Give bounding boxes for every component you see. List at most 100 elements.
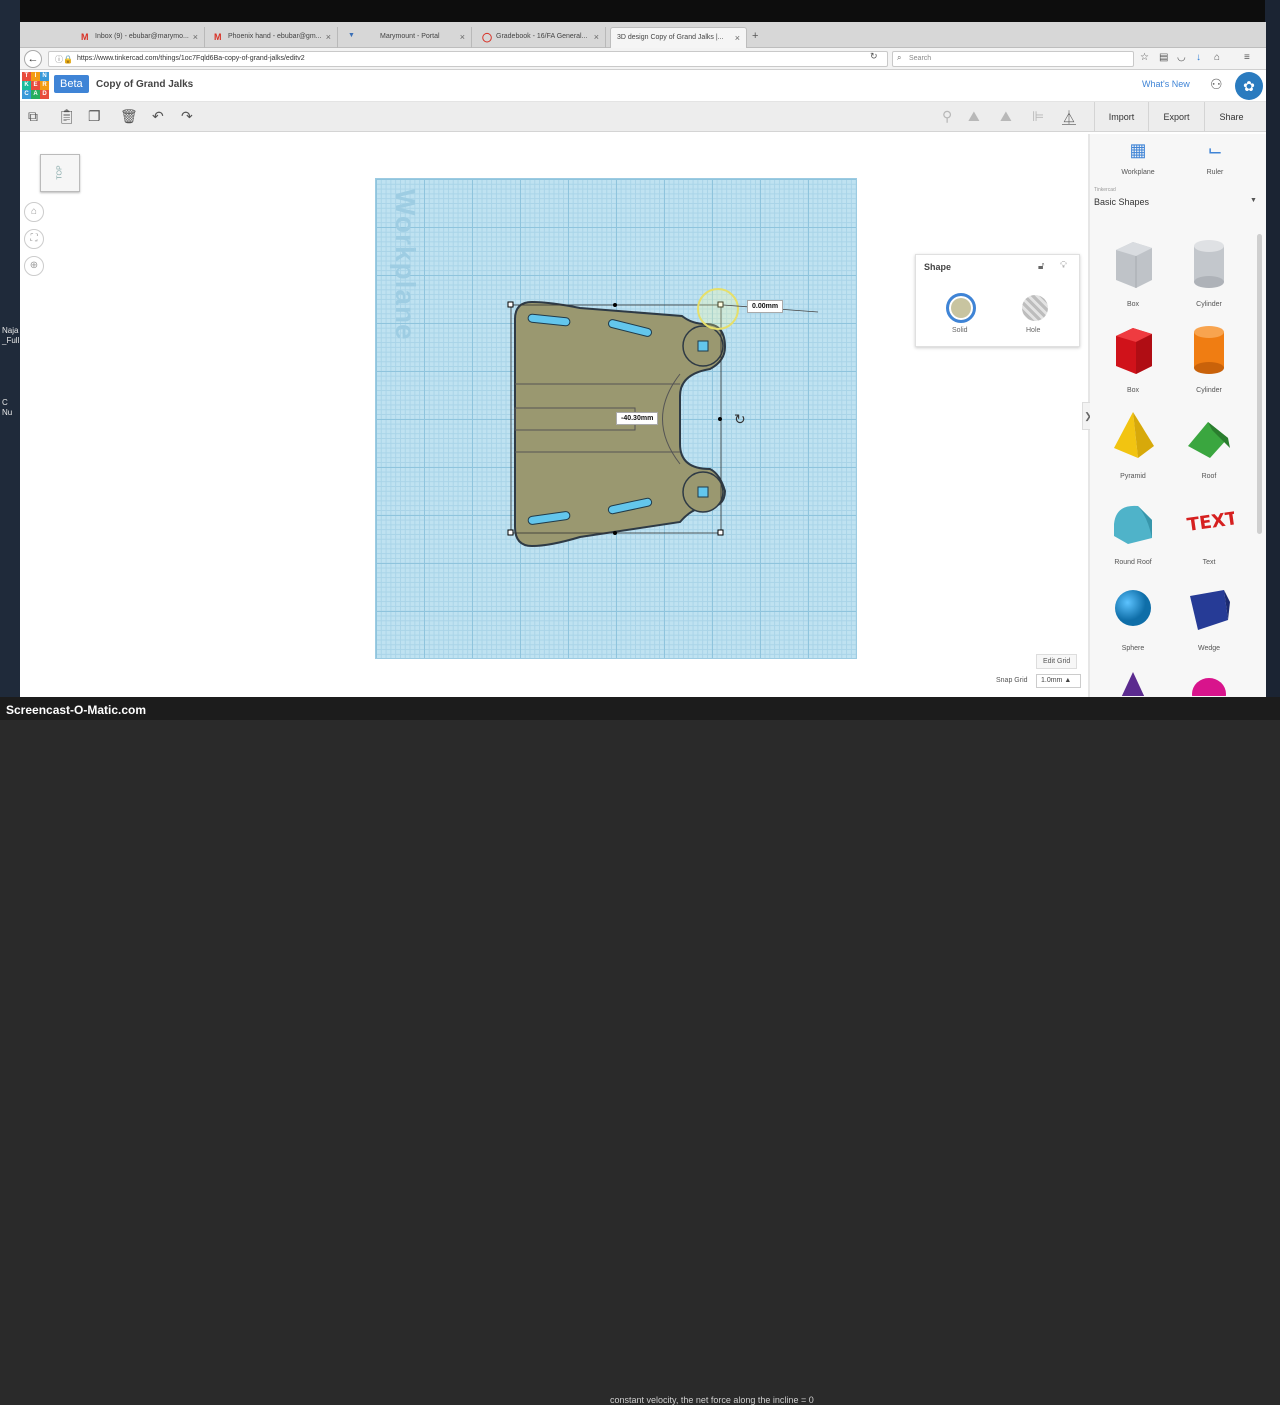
workplane-button[interactable]: ▦ Workplane <box>1094 134 1182 180</box>
copy-icon[interactable]: ⧉ <box>28 108 38 125</box>
visibility-bulb-icon[interactable]: 💡︎ <box>1060 260 1067 271</box>
selected-shape[interactable]: ↻ <box>20 134 1088 697</box>
shape-item-cylinder[interactable]: Cylinder <box>1171 236 1247 308</box>
shape-item-roof[interactable]: Roof <box>1171 408 1247 480</box>
screen: Naja _Full C Nu constant velocity, the n… <box>0 0 1280 1405</box>
tab-label: Marymount - Portal <box>380 33 440 40</box>
note-icon[interactable]: ⚲ <box>942 108 952 125</box>
lock-icon[interactable]: 🔓︎ <box>1038 261 1044 272</box>
gradebook-icon: ◯ <box>482 32 493 42</box>
home-icon[interactable]: ⌂ <box>1214 52 1220 63</box>
shape-item-cone[interactable] <box>1095 666 1171 697</box>
tab-label: Gradebook - 16/FA General... <box>496 33 588 40</box>
pocket-icon[interactable]: ◡ <box>1177 52 1186 63</box>
shape-item-round-roof[interactable]: Round Roof <box>1095 494 1171 566</box>
ruler-icon: ⌙ <box>1207 140 1223 160</box>
solid-color-swatch[interactable] <box>946 293 976 323</box>
close-icon[interactable]: × <box>594 32 599 42</box>
search-input[interactable]: ⌕ Search <box>892 51 1134 67</box>
tab-gradebook[interactable]: ◯ Gradebook - 16/FA General... × <box>476 27 606 48</box>
shape-item-box[interactable]: Box <box>1095 236 1171 308</box>
category-source: Tinkercad <box>1094 187 1116 193</box>
back-button[interactable]: ← <box>24 50 42 68</box>
inspector-title: Shape <box>924 262 952 272</box>
whats-new-link[interactable]: What's New <box>1142 79 1190 89</box>
tab-marymount-portal[interactable]: ▼ Marymount - Portal × <box>342 27 472 48</box>
url-text: https://www.tinkercad.com/things/1oc7Fql… <box>77 55 305 62</box>
align-icon[interactable]: ⊫ <box>1032 108 1044 125</box>
navigation-bar: ← ⓘ🔒 https://www.tinkercad.com/things/1o… <box>20 48 1266 70</box>
menu-icon[interactable]: ≡ <box>1244 52 1250 63</box>
group-icon[interactable]: ⛰ <box>968 108 980 125</box>
shape-item-box-red[interactable]: Box <box>1095 322 1171 394</box>
tab-label: Phoenix hand - ebubar@gm... <box>228 33 322 40</box>
close-icon[interactable]: × <box>193 32 198 42</box>
browser-window: M Inbox (9) - ebubar@marymo... × M Phoen… <box>20 22 1266 697</box>
search-icon: ⌕ <box>897 53 902 62</box>
gmail-icon: M <box>214 32 222 42</box>
reload-icon[interactable]: ↻ <box>870 51 878 62</box>
reading-list-icon[interactable]: ▤ <box>1159 52 1168 63</box>
workplane-icon: ▦ <box>1129 140 1147 160</box>
tab-3d-design[interactable]: 3D design Copy of Grand Jalks |... × <box>610 27 747 48</box>
chevron-down-icon[interactable]: ▼ <box>1250 197 1257 204</box>
shape-item-wedge[interactable]: Wedge <box>1171 580 1247 652</box>
new-tab-icon[interactable]: + <box>752 30 758 42</box>
duplicate-icon[interactable]: ❐ <box>88 108 101 125</box>
paste-icon[interactable]: 📋︎ <box>58 108 76 125</box>
tinkercad-logo[interactable]: T I N K E R C A D <box>22 72 49 99</box>
shape-item-cylinder-orange[interactable]: Cylinder <box>1171 322 1247 394</box>
3d-canvas[interactable]: TOP ⌂ ⛶ ⊕ Workplane ↻ 0.00mm -40.30mm Ed… <box>20 134 1088 697</box>
shapes-panel: ▦ Workplane ⌙ Ruler Tinkercad Basic Shap… <box>1090 134 1266 697</box>
tab-label: 3D design Copy of Grand Jalks |... <box>617 34 724 41</box>
workplane-button-label: Workplane <box>1121 169 1155 176</box>
delete-icon[interactable]: 🗑︎ <box>120 108 138 125</box>
desktop-bottom-edge: constant velocity, the net force along t… <box>0 697 1280 1405</box>
shape-item-text[interactable]: TEXT Text <box>1171 494 1247 566</box>
shapes-scrollbar[interactable] <box>1257 234 1262 534</box>
shape-inspector: Shape 🔓︎ 💡︎ Solid Hole <box>915 254 1080 347</box>
edit-grid-button[interactable]: Edit Grid <box>1036 654 1078 669</box>
bookmark-star-icon[interactable]: ☆ <box>1140 52 1149 63</box>
undo-icon[interactable]: ↶ <box>152 108 164 125</box>
add-user-icon[interactable]: ⚇ <box>1210 76 1223 93</box>
mirror-icon[interactable]: ⏅ <box>1062 108 1076 128</box>
desktop-fragment: _Full <box>2 336 20 345</box>
tab-inbox[interactable]: M Inbox (9) - ebubar@marymo... × <box>75 27 205 48</box>
desktop-fragment: C <box>2 398 8 407</box>
tab-phoenix-hand[interactable]: M Phoenix hand - ebubar@gm... × <box>208 27 338 48</box>
avatar[interactable]: ✿ <box>1235 72 1263 100</box>
mac-menubar <box>0 0 1280 22</box>
close-icon[interactable]: × <box>460 32 465 42</box>
background-document-text: constant velocity, the net force along t… <box>610 1395 814 1405</box>
dimension-label-z[interactable]: 0.00mm <box>747 300 784 313</box>
close-icon[interactable]: × <box>735 33 740 43</box>
desktop-fragment: Nu <box>2 408 13 417</box>
ungroup-icon[interactable]: ⛰ <box>1000 108 1012 125</box>
gmail-icon: M <box>81 32 89 42</box>
dimension-label-width[interactable]: -40.30mm <box>616 412 659 425</box>
redo-icon[interactable]: ↷ <box>181 108 193 125</box>
category-select[interactable]: Basic Shapes <box>1094 197 1149 207</box>
export-button[interactable]: Export <box>1148 102 1204 132</box>
shape-item-pyramid[interactable]: Pyramid <box>1095 408 1171 480</box>
share-button[interactable]: Share <box>1204 102 1258 132</box>
search-placeholder: Search <box>909 55 932 62</box>
solid-label: Solid <box>952 327 968 334</box>
recorder-watermark: Screencast-O-Matic.com <box>6 703 147 717</box>
snap-grid-select[interactable]: 1.0mm ▲ <box>1036 674 1081 688</box>
tab-label: Inbox (9) - ebubar@marymo... <box>95 33 189 40</box>
ruler-button-label: Ruler <box>1206 169 1224 176</box>
desktop-right-edge <box>1265 0 1280 720</box>
import-button[interactable]: Import <box>1094 102 1148 132</box>
tab-bar: M Inbox (9) - ebubar@marymo... × M Phoen… <box>20 22 1266 48</box>
shape-item-paraboloid[interactable] <box>1171 666 1247 697</box>
hole-swatch[interactable] <box>1022 295 1048 321</box>
ruler-button[interactable]: ⌙ Ruler <box>1171 134 1259 180</box>
desktop-fragment: Naja <box>2 326 19 335</box>
design-title[interactable]: Copy of Grand Jalks <box>96 79 193 90</box>
address-bar[interactable]: ⓘ🔒 https://www.tinkercad.com/things/1oc7… <box>48 51 888 67</box>
close-icon[interactable]: × <box>326 32 331 42</box>
shape-item-sphere[interactable]: Sphere <box>1095 580 1171 652</box>
download-icon[interactable]: ↓ <box>1196 52 1201 63</box>
